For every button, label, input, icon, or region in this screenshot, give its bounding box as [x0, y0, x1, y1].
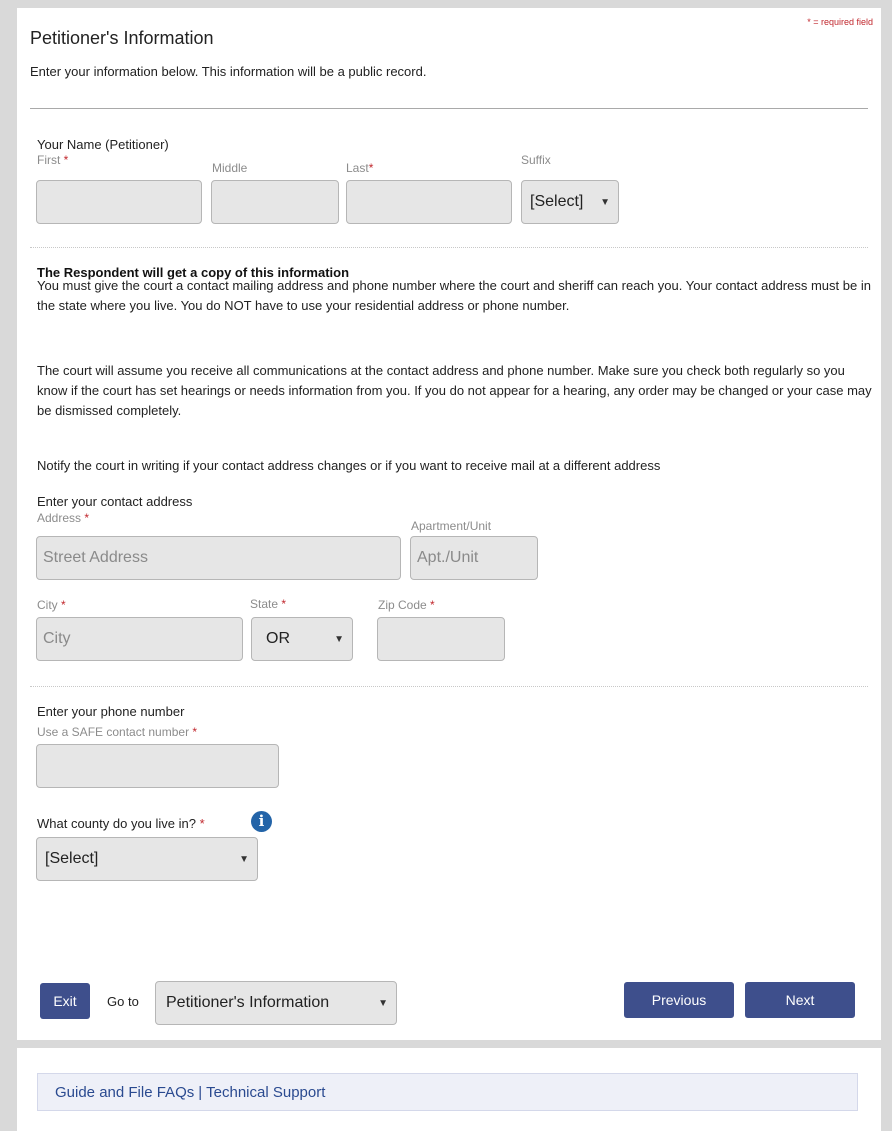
suffix-select[interactable]: [Select] ▼	[521, 180, 619, 224]
goto-page-select[interactable]: Petitioner's Information ▼	[155, 981, 397, 1025]
exit-button[interactable]: Exit	[40, 983, 90, 1019]
suffix-label: Suffix	[521, 153, 551, 167]
county-select[interactable]: [Select] ▼	[36, 837, 258, 881]
required-star: *	[192, 725, 198, 739]
county-select-value: [Select]	[45, 850, 99, 867]
required-star: *	[368, 161, 374, 175]
last-name-input[interactable]	[346, 180, 512, 224]
phone-input[interactable]	[36, 744, 279, 788]
phone-sublabel: Use a SAFE contact number *	[37, 725, 198, 739]
section-divider	[30, 686, 868, 687]
apartment-input[interactable]: Apt./Unit	[410, 536, 538, 580]
goto-select-value: Petitioner's Information	[166, 994, 330, 1011]
required-star: *	[84, 511, 90, 525]
technical-support-link[interactable]: Technical Support	[206, 1084, 325, 1101]
chevron-down-icon: ▼	[600, 196, 610, 208]
respondent-paragraph-3: Notify the court in writing if your cont…	[37, 458, 661, 473]
next-button[interactable]: Next	[745, 982, 855, 1018]
required-star: *	[63, 153, 69, 167]
goto-label: Go to	[107, 994, 139, 1009]
section-divider	[30, 108, 868, 109]
footer-separator: |	[198, 1083, 203, 1101]
zip-code-label: Zip Code *	[378, 598, 435, 612]
city-label: City *	[37, 598, 66, 612]
required-star: *	[281, 597, 287, 611]
info-icon[interactable]: i	[251, 811, 272, 832]
street-address-input[interactable]: Street Address	[36, 536, 401, 580]
last-name-label: Last*	[346, 161, 374, 175]
page-intro: Enter your information below. This infor…	[30, 64, 427, 79]
city-input[interactable]: City	[36, 617, 243, 661]
first-name-input[interactable]	[36, 180, 202, 224]
required-star: *	[430, 598, 435, 612]
middle-name-input[interactable]	[211, 180, 339, 224]
previous-button[interactable]: Previous	[624, 982, 734, 1018]
footer-links-bar: Guide and File FAQs | Technical Support	[37, 1073, 858, 1111]
required-star: *	[61, 598, 66, 612]
state-select[interactable]: OR ▼	[251, 617, 353, 661]
apartment-label: Apartment/Unit	[411, 519, 492, 533]
suffix-select-value: [Select]	[530, 193, 584, 210]
first-name-label: First *	[37, 153, 69, 167]
state-label: State *	[250, 597, 287, 611]
section-divider	[30, 247, 868, 248]
petitioner-form-card: * = required field Petitioner's Informat…	[17, 8, 881, 1040]
county-question-label: What county do you live in? *	[37, 816, 205, 831]
required-star: *	[199, 816, 205, 831]
name-group-label: Your Name (Petitioner)	[37, 137, 169, 152]
required-field-legend: * = required field	[807, 17, 873, 27]
zip-code-input[interactable]	[377, 617, 505, 661]
faq-link[interactable]: Guide and File FAQs	[55, 1084, 194, 1101]
chevron-down-icon: ▼	[334, 633, 344, 645]
state-select-value: OR	[266, 630, 290, 647]
chevron-down-icon: ▼	[239, 853, 249, 865]
chevron-down-icon: ▼	[378, 997, 388, 1009]
phone-group-label: Enter your phone number	[37, 704, 185, 719]
required-legend-text: = required field	[810, 17, 873, 27]
footer-card: Guide and File FAQs | Technical Support	[17, 1048, 881, 1131]
middle-name-label: Middle	[212, 161, 248, 175]
respondent-paragraph-2: The court will assume you receive all co…	[37, 363, 872, 418]
page-title: Petitioner's Information	[30, 28, 214, 48]
address-label: Address *	[37, 511, 90, 525]
respondent-paragraph-1: You must give the court a contact mailin…	[37, 278, 871, 313]
address-group-label: Enter your contact address	[37, 494, 193, 509]
